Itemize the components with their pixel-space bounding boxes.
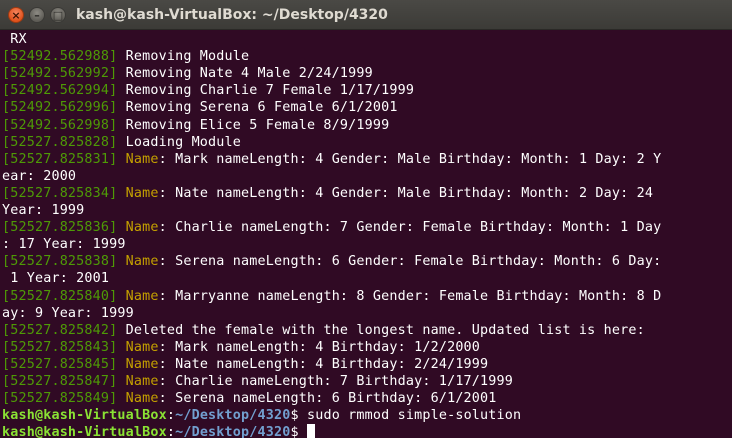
name-label: Name bbox=[117, 288, 159, 304]
name-label: Name bbox=[117, 374, 159, 389]
output-line: ay: 9 Year: 1999 bbox=[2, 305, 134, 322]
output-line: Year: 1999 bbox=[2, 202, 84, 219]
prompt-path: ~/Desktop/4320 bbox=[175, 408, 291, 424]
command-text: sudo rmmod simple-solution bbox=[306, 408, 522, 424]
log-text: Removing Elice 5 Female 8/9/1999 bbox=[117, 117, 390, 133]
log-text: : Mark nameLength: 4 Gender: Male Birthd… bbox=[158, 151, 662, 167]
output-line: [52527.825847] Name: Charlie nameLength:… bbox=[2, 373, 513, 390]
log-timestamp: [52527.825842] bbox=[2, 322, 118, 338]
prompt-line: kash@kash-VirtualBox:~/Desktop/4320$ bbox=[2, 424, 315, 438]
log-timestamp: [52527.825838] bbox=[2, 254, 118, 270]
log-timestamp: [52527.825828] bbox=[2, 134, 118, 150]
log-text: : 17 Year: 1999 bbox=[2, 237, 126, 253]
name-label: Name bbox=[117, 391, 159, 407]
prompt-symbol: $ bbox=[290, 425, 307, 438]
log-text: : Nate nameLength: 4 Gender: Male Birthd… bbox=[158, 185, 654, 201]
log-text: : Serena nameLength: 6 Birthday: 6/1/200… bbox=[158, 391, 497, 407]
output-line: [52527.825840] Name: Marryanne nameLengt… bbox=[2, 288, 661, 305]
output-line: : 17 Year: 1999 bbox=[2, 236, 126, 253]
log-timestamp: [52527.825843] bbox=[2, 339, 118, 355]
prompt-user-host: kash@kash-VirtualBox bbox=[2, 425, 167, 438]
close-window-button[interactable]: × bbox=[8, 7, 24, 23]
prompt-path: ~/Desktop/4320 bbox=[175, 425, 291, 438]
terminal-cursor bbox=[306, 424, 315, 438]
name-label: Name bbox=[117, 356, 159, 372]
terminal-window: × – □ kash@kash-VirtualBox: ~/Desktop/43… bbox=[0, 0, 732, 438]
output-line: [52492.562996] Removing Serena 6 Female … bbox=[2, 99, 398, 116]
output-line: RX bbox=[2, 31, 27, 48]
output-line: [52527.825845] Name: Nate nameLength: 4 … bbox=[2, 356, 488, 373]
log-text: ear: 2000 bbox=[2, 168, 77, 184]
log-text: : Charlie nameLength: 7 Birthday: 1/17/1… bbox=[158, 374, 514, 389]
log-text: : Nate nameLength: 4 Birthday: 2/24/1999 bbox=[158, 356, 489, 372]
log-text: : Charlie nameLength: 7 Gender: Female B… bbox=[158, 220, 662, 236]
prompt-user-host: kash@kash-VirtualBox bbox=[2, 408, 167, 424]
log-text: ay: 9 Year: 1999 bbox=[2, 305, 134, 321]
name-label: Name bbox=[117, 220, 159, 236]
log-text: Loading Module bbox=[117, 134, 242, 150]
output-line: [52527.825843] Name: Mark nameLength: 4 … bbox=[2, 339, 480, 356]
output-line: [52527.825849] Name: Serena nameLength: … bbox=[2, 390, 497, 407]
log-timestamp: [52492.562992] bbox=[2, 66, 118, 82]
output-line: [52527.825828] Loading Module bbox=[2, 134, 241, 151]
log-text: 1 Year: 2001 bbox=[2, 271, 110, 287]
output-line: [52492.562994] Removing Charlie 7 Female… bbox=[2, 82, 414, 99]
terminal-output[interactable]: RX [52492.562988] Removing Module [52492.5… bbox=[0, 30, 732, 438]
log-text: Deleted the female with the longest name… bbox=[117, 322, 645, 338]
output-line: [52527.825831] Name: Mark nameLength: 4 … bbox=[2, 151, 661, 168]
log-timestamp: [52492.562998] bbox=[2, 117, 118, 133]
prompt-line: kash@kash-VirtualBox:~/Desktop/4320$ sud… bbox=[2, 407, 521, 424]
prompt-separator: : bbox=[166, 408, 176, 424]
minimize-icon: – bbox=[34, 9, 40, 22]
minimize-window-button[interactable]: – bbox=[29, 7, 45, 23]
output-line: [52492.562988] Removing Module bbox=[2, 48, 249, 65]
log-text: Removing Charlie 7 Female 1/17/1999 bbox=[117, 83, 415, 99]
output-line: ear: 2000 bbox=[2, 168, 76, 185]
log-text: Removing Module bbox=[117, 49, 250, 65]
name-label: Name bbox=[117, 339, 159, 355]
log-timestamp: [52527.825836] bbox=[2, 220, 118, 236]
log-timestamp: [52492.562996] bbox=[2, 100, 118, 116]
output-line: [52527.825836] Name: Charlie nameLength:… bbox=[2, 219, 661, 236]
prompt-separator: : bbox=[166, 425, 176, 438]
name-label: Name bbox=[117, 185, 159, 201]
prompt-symbol: $ bbox=[290, 408, 307, 424]
log-text: Removing Serena 6 Female 6/1/2001 bbox=[117, 100, 398, 116]
output-line: [52492.562998] Removing Elice 5 Female 8… bbox=[2, 117, 389, 134]
close-icon: × bbox=[11, 9, 21, 22]
title-bar[interactable]: × – □ kash@kash-VirtualBox: ~/Desktop/43… bbox=[0, 0, 732, 30]
name-label: Name bbox=[117, 254, 159, 270]
log-text: : Marryanne nameLength: 8 Gender: Female… bbox=[158, 288, 662, 304]
log-text: : Serena nameLength: 6 Gender: Female Bi… bbox=[158, 254, 662, 270]
output-line: 1 Year: 2001 bbox=[2, 270, 109, 287]
log-timestamp: [52527.825847] bbox=[2, 374, 118, 389]
window-title: kash@kash-VirtualBox: ~/Desktop/4320 bbox=[76, 7, 388, 23]
log-text: Year: 1999 bbox=[2, 203, 85, 218]
log-text: : Mark nameLength: 4 Birthday: 1/2/2000 bbox=[158, 339, 481, 355]
maximize-icon: □ bbox=[52, 9, 64, 22]
output-line: [52527.825838] Name: Serena nameLength: … bbox=[2, 253, 661, 270]
log-timestamp: [52527.825831] bbox=[2, 151, 118, 167]
name-label: Name bbox=[117, 151, 159, 167]
log-text: RX bbox=[2, 32, 27, 47]
log-timestamp: [52527.825849] bbox=[2, 391, 118, 407]
log-timestamp: [52527.825840] bbox=[2, 288, 118, 304]
output-line: [52492.562992] Removing Nate 4 Male 2/24… bbox=[2, 65, 373, 82]
log-timestamp: [52527.825834] bbox=[2, 185, 118, 201]
log-timestamp: [52492.562994] bbox=[2, 83, 118, 99]
log-timestamp: [52492.562988] bbox=[2, 49, 118, 65]
output-line: [52527.825842] Deleted the female with t… bbox=[2, 322, 645, 339]
maximize-window-button[interactable]: □ bbox=[50, 7, 66, 23]
log-timestamp: [52527.825845] bbox=[2, 356, 118, 372]
output-line: [52527.825834] Name: Nate nameLength: 4 … bbox=[2, 185, 653, 202]
log-text: Removing Nate 4 Male 2/24/1999 bbox=[117, 66, 373, 82]
